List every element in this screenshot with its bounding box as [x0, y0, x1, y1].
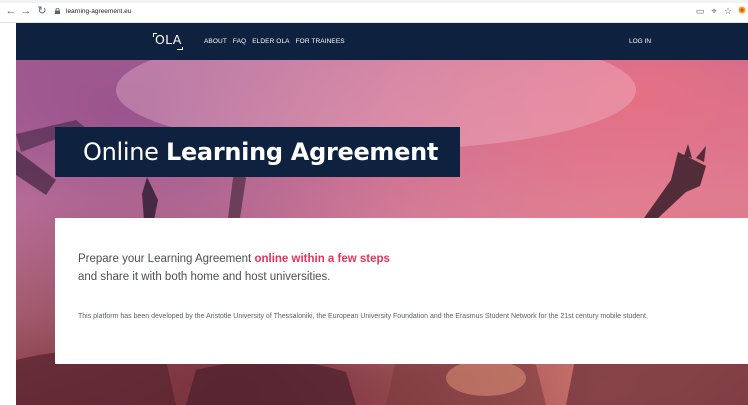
- logo-corner-mark: [177, 47, 183, 50]
- url-text: learning-agreement.eu: [66, 8, 132, 15]
- tagline-text: Prepare your Learning Agreement: [78, 253, 255, 265]
- arrow-right-icon[interactable]: →: [20, 5, 32, 17]
- profile-icon[interactable]: [736, 5, 748, 17]
- screen-icon[interactable]: ▭: [694, 5, 706, 17]
- arrow-left-icon[interactable]: ←: [5, 5, 17, 17]
- page-title: Online Learning Agreement: [83, 127, 438, 177]
- login-link[interactable]: LOG IN: [629, 23, 651, 60]
- intro-card: Prepare your Learning Agreement online w…: [55, 218, 748, 364]
- hero-section: Online Learning Agreement Prepare your L…: [16, 60, 748, 405]
- hero-title-box: Online Learning Agreement: [55, 127, 460, 177]
- platform-description: This platform has been developed by the …: [78, 313, 648, 320]
- title-light-part: Online: [83, 138, 166, 166]
- nav-faq[interactable]: FAQ: [233, 38, 246, 45]
- nav-for-trainees[interactable]: FOR TRAINEES: [296, 38, 345, 45]
- nav-elder-ola[interactable]: ELDER OLA: [252, 38, 289, 45]
- tagline: Prepare your Learning Agreement online w…: [78, 250, 718, 286]
- star-icon[interactable]: ☆: [722, 5, 734, 17]
- site-header: OLA ABOUT FAQ ELDER OLA FOR TRAINEES LOG…: [16, 23, 748, 60]
- nav-about[interactable]: ABOUT: [204, 38, 227, 45]
- logo-text: OLA: [155, 32, 182, 47]
- lock-icon: [55, 8, 60, 14]
- browser-toolbar: ← → ↻ learning-agreement.eu ▭ ⌖ ☆: [0, 0, 748, 23]
- title-bold-part: Learning Agreement: [165, 138, 439, 166]
- tagline-highlight: online within a few steps: [254, 253, 390, 265]
- main-nav: ABOUT FAQ ELDER OLA FOR TRAINEES: [204, 23, 351, 60]
- grid-icon[interactable]: ⌖: [708, 5, 720, 17]
- tab-strip: [0, 0, 748, 3]
- reload-icon[interactable]: ↻: [36, 5, 48, 17]
- tagline-line2: and share it with both home and host uni…: [78, 271, 331, 283]
- ola-logo[interactable]: OLA: [153, 32, 185, 50]
